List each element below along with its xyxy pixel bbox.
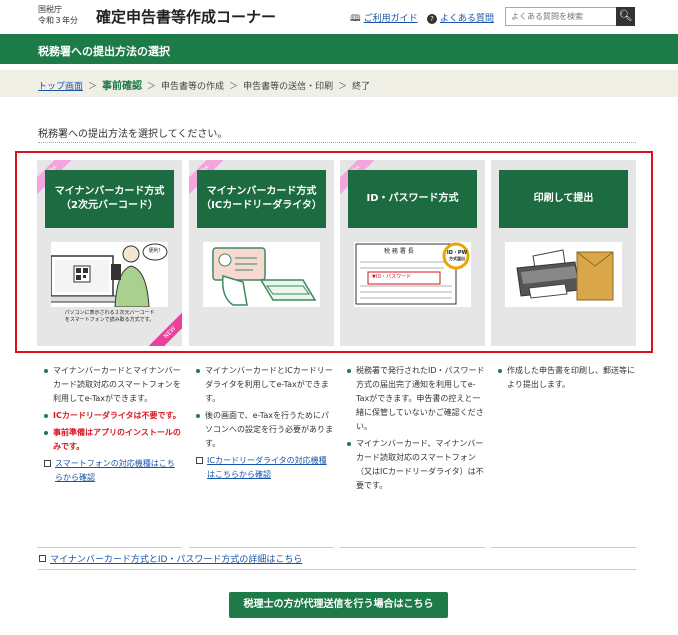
smartphone-qr-illustration: 便利！ xyxy=(51,242,168,307)
agency-name: 国税庁 xyxy=(38,5,62,14)
description-column-icreader: マイナンバーカードとICカードリーダライタを利用してe-Taxができます。 後の… xyxy=(189,358,334,548)
smartphone-compat-link-label: スマートフォンの対応機種はこちらから確認 xyxy=(55,459,175,482)
breadcrumb-separator: ＞ xyxy=(338,82,348,92)
window-icon xyxy=(44,460,51,467)
guide-link-label: ご利用ガイド xyxy=(363,14,418,24)
description-bullet: マイナンバーカードとマイナンバーカード読取対応のスマートフォンを利用してe-Ta… xyxy=(43,364,182,406)
breadcrumb-separator: ＞ xyxy=(88,82,98,92)
icreader-compat-link-label: ICカードリーダライタの対応機種はこちらから確認 xyxy=(207,456,327,479)
breadcrumb-separator: ＞ xyxy=(147,82,157,92)
description-bullet: 後の画面で、e-Taxを行うためにパソコンへの設定を行う必要があります。 xyxy=(195,409,334,451)
description-column-print: 作成した申告書を印刷し、郵送等により提出します。 xyxy=(491,358,636,548)
description-column-qr: マイナンバーカードとマイナンバーカード読取対応のスマートフォンを利用してe-Ta… xyxy=(37,358,182,548)
window-icon xyxy=(39,555,46,562)
top-header: 国税庁 令和３年分 確定申告書等作成コーナー 🕮ご利用ガイド ?よくある質問 🔍… xyxy=(0,0,678,34)
divider xyxy=(38,569,636,570)
agency-label: 国税庁 令和３年分 xyxy=(38,4,78,26)
method-card-id-password[interactable]: e-Tax ID・パスワード方式 税 務 署 長 ▼ID・パスワード ID・PW… xyxy=(340,160,485,346)
icreader-compat-link[interactable]: ICカードリーダライタの対応機種はこちらから確認 xyxy=(195,454,334,482)
faq-link-label: よくある質問 xyxy=(440,14,495,24)
instruction-text: 税務署への提出方法を選択してください。 xyxy=(38,129,228,140)
method-heading: マイナンバーカード方式 （ICカードリーダライタ） xyxy=(197,170,326,228)
search-icon: 🔍︎ xyxy=(618,9,633,22)
smartphone-compat-link[interactable]: スマートフォンの対応機種はこちらから確認 xyxy=(43,457,182,485)
breadcrumb-step-create: 申告書等の作成 xyxy=(161,82,225,92)
method-card-mynumber-icreader[interactable]: e-Tax マイナンバーカード方式 （ICカードリーダライタ） xyxy=(189,160,334,346)
question-icon: ? xyxy=(427,14,437,24)
convenient-bubble: 便利！ xyxy=(148,248,164,254)
description-bullet: 作成した申告書を印刷し、郵送等により提出します。 xyxy=(497,364,636,392)
breadcrumb-step-finish: 終了 xyxy=(352,82,371,92)
method-heading: ID・パスワード方式 xyxy=(348,170,477,228)
breadcrumb: トップ画面 ＞ 事前確認 ＞ 申告書等の作成 ＞ 申告書等の送信・印刷 ＞ 終了 xyxy=(0,70,678,97)
method-details-link-label: マイナンバーカード方式とID・パスワード方式の詳細はこちら xyxy=(50,555,303,565)
tax-accountant-proxy-button[interactable]: 税理士の方が代理送信を行う場合はこちら xyxy=(229,592,448,618)
method-card-mynumber-qr[interactable]: e-Tax マイナンバーカード方式 （2次元バーコード） 便利！ パソコンに表示… xyxy=(37,160,182,346)
method-card-print[interactable]: 印刷して提出 xyxy=(491,160,636,346)
method-heading: マイナンバーカード方式 （2次元バーコード） xyxy=(45,170,174,228)
description-column-idpw: 税務署で発行されたID・パスワード方式の届出完了通知を利用してe-Taxができま… xyxy=(340,358,485,548)
page-title: 税務署への提出方法の選択 xyxy=(38,45,170,58)
method-caption: パソコンに表示される２次元バーコード をスマートフォンで読み取る方式です。 xyxy=(64,310,155,323)
breadcrumb-separator: ＞ xyxy=(229,82,239,92)
breadcrumb-current-step: 事前確認 xyxy=(102,81,143,92)
window-icon xyxy=(196,457,203,464)
method-details-link[interactable]: マイナンバーカード方式とID・パスワード方式の詳細はこちら xyxy=(38,552,302,565)
description-bullet-emphasis: ICカードリーダライタは不要です。 xyxy=(43,409,182,423)
pw-field-label: ▼ID・パスワード xyxy=(372,274,412,280)
app-title[interactable]: 確定申告書等作成コーナー xyxy=(96,6,276,27)
description-bullet: マイナンバーカード、マイナンバーカード読取対応のスマートフォン（又はICカードリ… xyxy=(346,437,485,493)
book-icon: 🕮 xyxy=(350,14,361,24)
printer-envelope-illustration xyxy=(505,242,622,307)
search-button[interactable]: 🔍︎ xyxy=(616,7,635,26)
id-password-notice-illustration: 税 務 署 長 ▼ID・パスワード ID・PW 方式届出 xyxy=(354,242,471,307)
description-bullet: マイナンバーカードとICカードリーダライタを利用してe-Taxができます。 xyxy=(195,364,334,406)
stamp-subtext: 方式届出 xyxy=(449,256,465,261)
id-pw-stamp: ID・PW 方式届出 xyxy=(446,250,468,262)
guide-link[interactable]: 🕮 ご利用ガイド xyxy=(350,11,418,27)
card-reader-illustration xyxy=(203,242,320,307)
tax-year: 令和３年分 xyxy=(38,16,78,25)
page-banner: 税務署への提出方法の選択 xyxy=(0,34,678,64)
notice-title: 税 務 署 長 xyxy=(384,248,414,255)
description-bullet-emphasis: 事前準備はアプリのインストールのみです。 xyxy=(43,426,182,454)
divider xyxy=(38,142,636,143)
description-bullet: 税務署で発行されたID・パスワード方式の届出完了通知を利用してe-Taxができま… xyxy=(346,364,485,434)
faq-link[interactable]: ? よくある質問 xyxy=(427,11,494,24)
faq-search-input[interactable] xyxy=(505,7,617,26)
breadcrumb-step-send-print: 申告書等の送信・印刷 xyxy=(243,82,334,92)
method-heading: 印刷して提出 xyxy=(499,170,628,228)
breadcrumb-top[interactable]: トップ画面 xyxy=(38,79,83,92)
